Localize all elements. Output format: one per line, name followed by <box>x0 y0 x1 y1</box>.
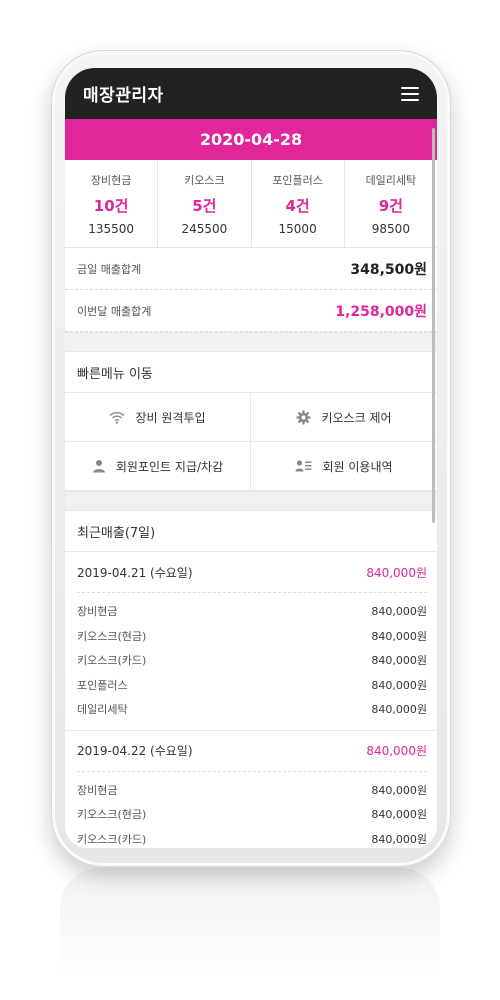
item-amount: 840,000원 <box>371 783 427 797</box>
day-items: 장비현금 840,000원 키오스크(현금) 840,000원 키오스크(카드) 84… <box>77 593 427 730</box>
member-points-button[interactable]: 회원포인트 지급/차감 <box>65 442 251 491</box>
stat-equipment-cash[interactable]: 장비현금 10건 135500 <box>65 160 159 247</box>
item-amount: 840,000원 <box>371 605 427 619</box>
list-item: 키오스크(카드) 840,000원 <box>77 827 427 849</box>
item-amount: 840,000원 <box>371 654 427 668</box>
list-item: 키오스크(현금) 840,000원 <box>77 624 427 649</box>
menu-icon[interactable] <box>401 86 419 101</box>
stat-amount: 98500 <box>371 221 410 236</box>
month-sales-value: 1,258,000원 <box>335 303 427 320</box>
day-total: 840,000원 <box>366 744 427 758</box>
item-name: 키오스크(카드) <box>77 654 147 668</box>
stat-kiosk[interactable]: 키오스크 5건 245500 <box>158 160 252 247</box>
day-header[interactable]: 2019-04.22 (수요일) 840,000원 <box>77 731 427 772</box>
list-item: 장비현금 840,000원 <box>77 778 427 803</box>
quick-menu-title: 빠른메뉴 이동 <box>65 352 437 393</box>
stat-count: 5건 <box>192 196 217 215</box>
kiosk-control-label: 키오스크 제어 <box>321 410 392 425</box>
stat-count: 10건 <box>93 196 129 215</box>
member-points-label: 회원포인트 지급/차감 <box>115 459 224 474</box>
app-title: 매장관리자 <box>83 86 164 106</box>
stats-row: 장비현금 10건 135500 키오스크 5건 245500 포인플러스 4건 … <box>65 160 437 248</box>
phone-reflection <box>60 868 440 978</box>
section-divider <box>65 332 437 352</box>
item-name: 데일리세탁 <box>77 703 128 717</box>
stat-amount: 245500 <box>181 221 228 236</box>
item-name: 키오스크(현금) <box>77 808 147 822</box>
month-sales-row: 이번달 매출합계 1,258,000원 <box>65 290 437 332</box>
section-divider <box>65 491 437 511</box>
recent-sales-title: 최근매출(7일) <box>65 511 437 552</box>
app-header: 매장관리자 <box>65 68 437 119</box>
quick-menu-grid: 장비 원격투입 키오스크 제어 회원포인트 지급/차감 회원 이용내역 <box>65 393 437 491</box>
gear-icon <box>296 409 311 425</box>
stat-name: 키오스크 <box>184 173 225 187</box>
list-item: 키오스크(현금) 840,000원 <box>77 802 427 827</box>
stat-daily-laundry[interactable]: 데일리세탁 9건 98500 <box>345 160 437 247</box>
day-total: 840,000원 <box>366 565 427 580</box>
stat-point-plus[interactable]: 포인플러스 4건 15000 <box>252 160 345 247</box>
stat-name: 장비현금 <box>90 173 132 187</box>
kiosk-control-button[interactable]: 키오스크 제어 <box>251 393 437 442</box>
item-name: 장비현금 <box>77 605 118 619</box>
stat-amount: 15000 <box>278 221 317 236</box>
today-sales-label: 금일 매출합계 <box>77 262 142 276</box>
stat-count: 9건 <box>378 196 403 215</box>
item-amount: 840,000원 <box>371 678 427 692</box>
day-date: 2019-04.22 (수요일) <box>77 744 193 758</box>
remote-insert-label: 장비 원격투입 <box>135 410 206 425</box>
member-history-button[interactable]: 회원 이용내역 <box>251 442 437 491</box>
app-screen: 매장관리자 2020-04-28 장비현금 10건 135500 키오스크 5건… <box>65 68 437 848</box>
item-amount: 840,000원 <box>371 832 427 846</box>
remote-insert-button[interactable]: 장비 원격투입 <box>65 393 251 442</box>
list-item: 키오스크(카드) 840,000원 <box>77 648 427 673</box>
item-amount: 840,000원 <box>371 703 427 717</box>
sales-day: 2019-04.21 (수요일) 840,000원 장비현금 840,000원 키… <box>65 552 437 730</box>
item-name: 키오스크(현금) <box>77 629 147 643</box>
user-list-icon <box>295 459 312 473</box>
today-sales-value: 348,500원 <box>350 261 427 278</box>
day-date: 2019-04.21 (수요일) <box>77 565 193 580</box>
today-sales-row: 금일 매출합계 348,500원 <box>65 248 437 290</box>
list-item: 포인플러스 840,000원 <box>77 673 427 698</box>
member-history-label: 회원 이용내역 <box>322 459 393 474</box>
wifi-icon <box>109 411 125 424</box>
stat-count: 4건 <box>285 196 310 215</box>
date-bar: 2020-04-28 <box>65 119 437 160</box>
list-item: 장비현금 840,000원 <box>77 599 427 624</box>
month-sales-label: 이번달 매출합계 <box>77 304 152 318</box>
day-items: 장비현금 840,000원 키오스크(현금) 840,000원 키오스크(카드) 84… <box>77 772 427 849</box>
item-name: 포인플러스 <box>77 678 128 692</box>
stat-name: 포인플러스 <box>272 173 323 187</box>
item-amount: 840,000원 <box>371 629 427 643</box>
stat-name: 데일리세탁 <box>365 173 417 187</box>
item-amount: 840,000원 <box>371 808 427 822</box>
item-name: 장비현금 <box>77 783 118 797</box>
stat-amount: 135500 <box>88 221 135 236</box>
day-header[interactable]: 2019-04.21 (수요일) 840,000원 <box>77 552 427 593</box>
scrollbar[interactable] <box>432 128 435 523</box>
sales-day: 2019-04.22 (수요일) 840,000원 장비현금 840,000원 키… <box>65 729 437 849</box>
item-name: 키오스크(카드) <box>77 832 147 846</box>
list-item: 데일리세탁 840,000원 <box>77 697 427 722</box>
user-icon <box>92 459 106 473</box>
